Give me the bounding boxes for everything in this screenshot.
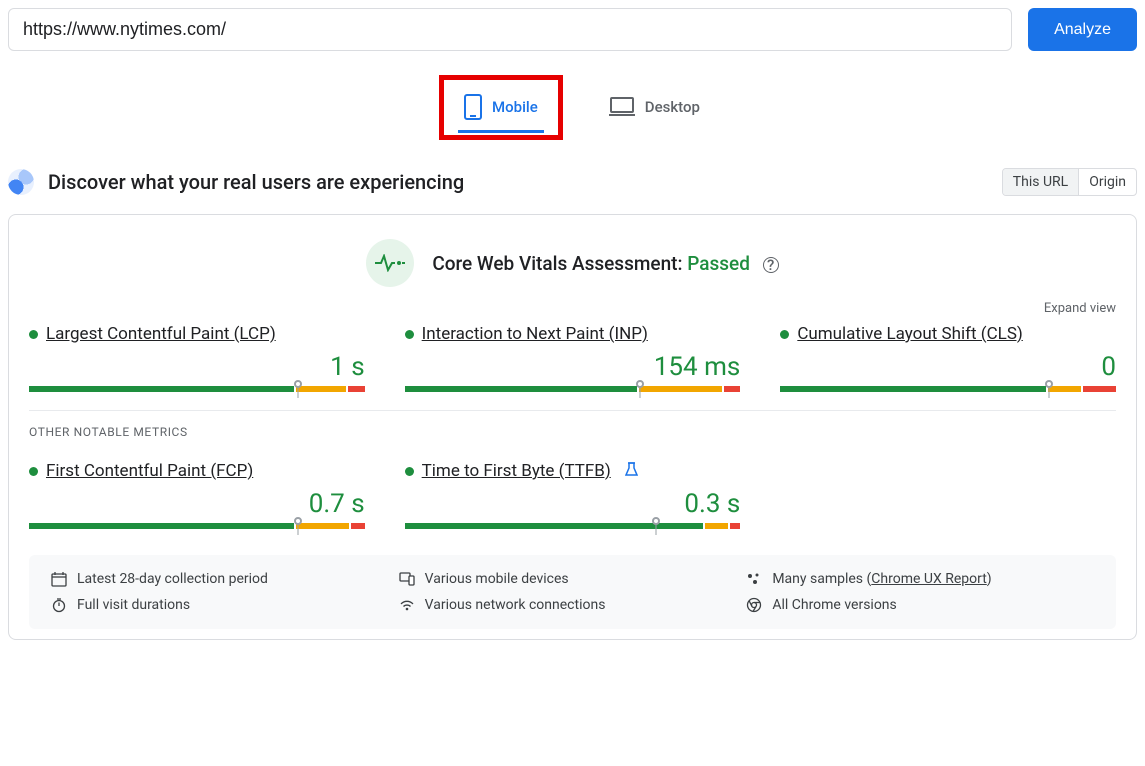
users-icon	[8, 169, 34, 195]
metric-inp-bar	[405, 386, 741, 392]
mobile-tab-highlight: Mobile	[439, 75, 563, 140]
experimental-icon	[625, 462, 638, 481]
footer-network: Various network connections	[425, 597, 606, 613]
footer-samples: Many samples (Chrome UX Report)	[772, 571, 991, 587]
footer-devices: Various mobile devices	[425, 571, 569, 587]
chrome-icon	[746, 597, 762, 613]
tab-mobile[interactable]: Mobile	[458, 86, 544, 133]
metric-inp: Interaction to Next Paint (INP) 154 ms	[405, 324, 741, 392]
metric-inp-name[interactable]: Interaction to Next Paint (INP)	[422, 324, 648, 344]
tab-desktop[interactable]: Desktop	[603, 88, 706, 128]
url-input[interactable]	[8, 8, 1012, 51]
status-dot-good	[29, 467, 38, 476]
expand-view-link[interactable]: Expand view	[1044, 301, 1116, 316]
metric-cls-bar	[780, 386, 1116, 392]
footer-versions: All Chrome versions	[772, 597, 896, 613]
status-dot-good	[405, 467, 414, 476]
status-dot-good	[405, 330, 414, 339]
tab-desktop-label: Desktop	[645, 98, 700, 116]
metric-lcp-value: 1 s	[29, 352, 365, 382]
chrome-ux-report-link[interactable]: Chrome UX Report	[871, 571, 986, 587]
metric-fcp-bar	[29, 523, 365, 529]
wifi-icon	[399, 597, 415, 613]
metric-ttfb-value: 0.3 s	[405, 489, 741, 519]
analyze-button[interactable]: Analyze	[1028, 8, 1137, 51]
scope-origin[interactable]: Origin	[1079, 169, 1136, 195]
scope-this-url[interactable]: This URL	[1003, 169, 1079, 195]
metric-cls-name[interactable]: Cumulative Layout Shift (CLS)	[797, 324, 1023, 344]
assessment-status: Passed	[687, 252, 750, 275]
metric-inp-value: 154 ms	[405, 352, 741, 382]
tab-mobile-label: Mobile	[492, 98, 538, 116]
divider	[29, 410, 1116, 411]
metric-ttfb-name[interactable]: Time to First Byte (TTFB)	[422, 461, 611, 481]
scope-toggle: This URL Origin	[1002, 168, 1137, 196]
metric-fcp-name[interactable]: First Contentful Paint (FCP)	[46, 461, 253, 481]
metric-lcp-name[interactable]: Largest Contentful Paint (LCP)	[46, 324, 276, 344]
calendar-icon	[51, 571, 67, 587]
metric-lcp-bar	[29, 386, 365, 392]
mobile-icon	[464, 94, 482, 120]
status-dot-good	[29, 330, 38, 339]
desktop-icon	[609, 96, 635, 118]
metric-ttfb: Time to First Byte (TTFB) 0.3 s	[405, 461, 741, 529]
timer-icon	[51, 597, 67, 613]
footer-period: Latest 28-day collection period	[77, 571, 268, 587]
status-dot-good	[780, 330, 789, 339]
metric-lcp: Largest Contentful Paint (LCP) 1 s	[29, 324, 365, 392]
device-tabs: Mobile Desktop	[8, 75, 1137, 140]
vitals-card: Core Web Vitals Assessment: Passed ? Exp…	[8, 214, 1137, 640]
metric-cls-value: 0	[780, 352, 1116, 382]
pulse-icon	[366, 239, 414, 287]
scatter-icon	[746, 571, 762, 587]
metric-ttfb-bar	[405, 523, 741, 529]
help-icon[interactable]: ?	[763, 257, 779, 273]
metric-fcp: First Contentful Paint (FCP) 0.7 s	[29, 461, 365, 529]
devices-icon	[399, 571, 415, 587]
metric-fcp-value: 0.7 s	[29, 489, 365, 519]
discover-title: Discover what your real users are experi…	[48, 170, 464, 194]
data-summary-footer: Latest 28-day collection period Various …	[29, 555, 1116, 629]
assessment-text: Core Web Vitals Assessment: Passed ?	[432, 252, 778, 275]
metric-cls: Cumulative Layout Shift (CLS) 0	[780, 324, 1116, 392]
other-metrics-label: OTHER NOTABLE METRICS	[29, 425, 1116, 439]
footer-durations: Full visit durations	[77, 597, 190, 613]
